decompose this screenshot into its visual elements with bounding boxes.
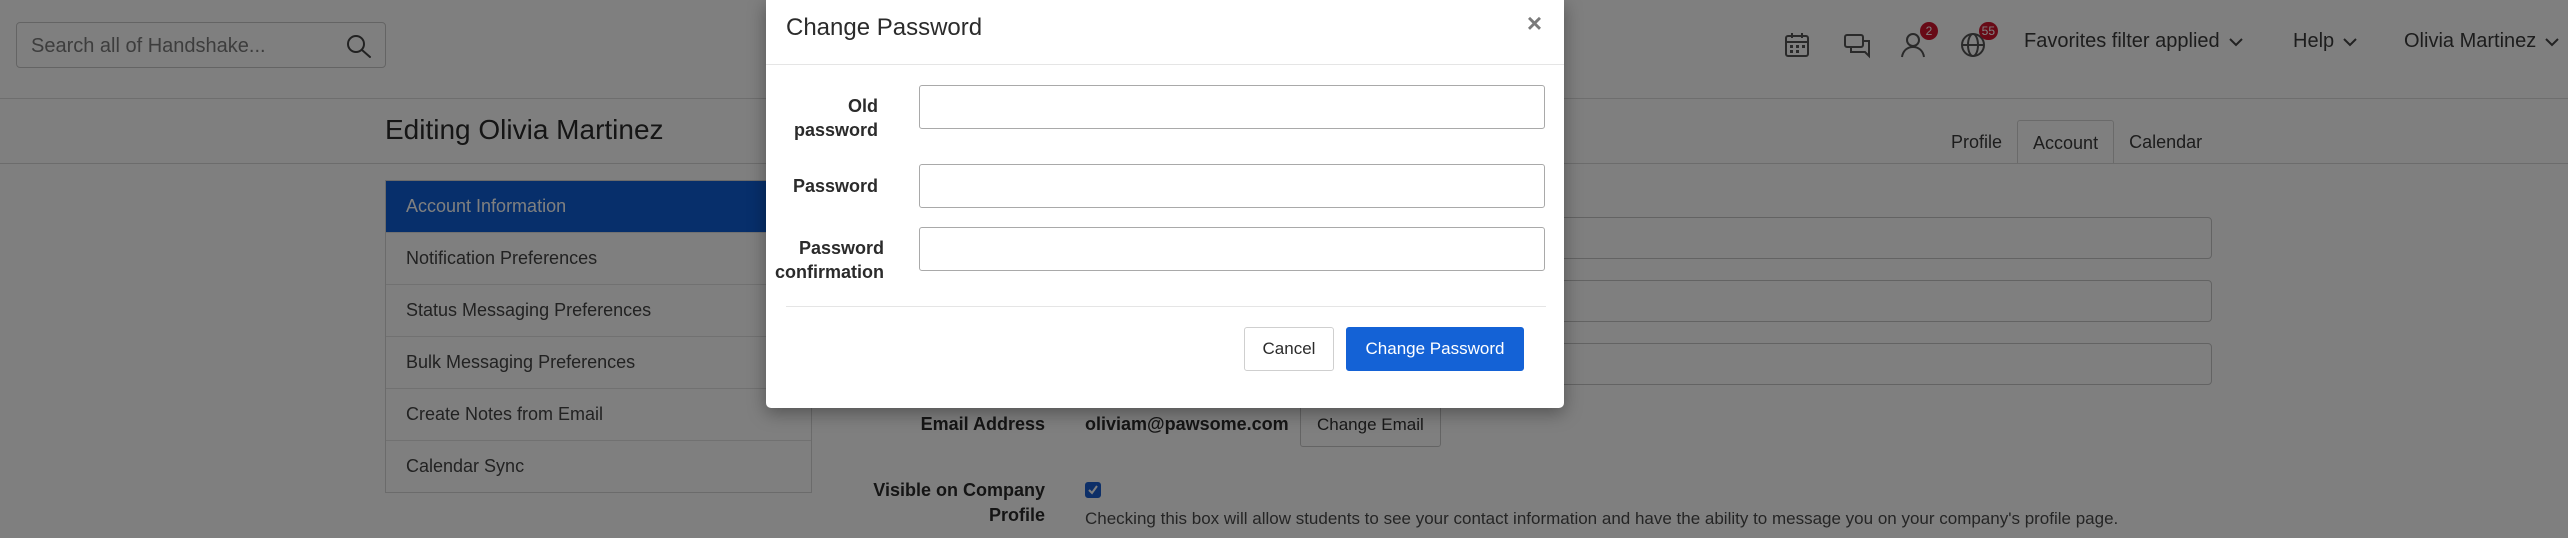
password-confirmation-label-line2: confirmation — [774, 262, 884, 282]
old-password-label: Old password — [766, 94, 878, 142]
cancel-button[interactable]: Cancel — [1244, 327, 1334, 371]
divider — [786, 306, 1546, 307]
old-password-label-line2: password — [793, 120, 878, 140]
password-confirmation-label-line1: Password — [798, 238, 884, 258]
password-confirmation-input[interactable] — [919, 227, 1545, 271]
old-password-input[interactable] — [919, 85, 1545, 129]
password-label: Password — [792, 176, 878, 196]
change-password-modal: Change Password × Old password Password … — [766, 0, 1564, 408]
modal-title: Change Password — [786, 14, 983, 41]
password-input[interactable] — [919, 164, 1545, 208]
password-confirmation-label: Password confirmation — [772, 236, 884, 284]
divider — [766, 64, 1564, 65]
change-password-button[interactable]: Change Password — [1346, 327, 1524, 371]
close-icon[interactable]: × — [1527, 10, 1542, 36]
old-password-label-line1: Old — [848, 96, 878, 116]
